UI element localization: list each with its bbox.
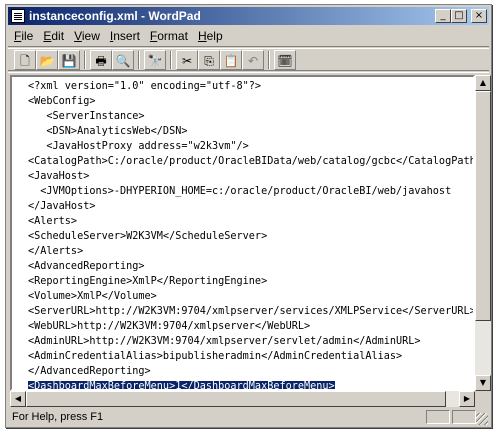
text-line: <JavaHostProxy address="w2k3vm"/> [28, 141, 249, 152]
document-area[interactable]: <?xml version="1.0" encoding="utf-8"?> <W… [10, 75, 475, 391]
toolbar-separator [138, 51, 140, 69]
horizontal-scroll-thumb[interactable] [26, 391, 446, 407]
close-button[interactable]: × [471, 9, 487, 23]
text-line: <WebConfig> [28, 96, 96, 107]
scroll-up-icon[interactable]: ▲ [475, 75, 491, 91]
title-bar[interactable]: instanceconfig.xml - WordPad _ □ × [8, 7, 489, 25]
toolbar-separator [170, 51, 172, 69]
toolbar-separator [84, 51, 86, 69]
menu-format[interactable]: Format [144, 27, 192, 43]
vertical-scrollbar[interactable]: ▲ ▼ [475, 75, 491, 391]
new-icon[interactable]: 🗋 [14, 50, 36, 70]
text-line: <AdvancedReporting> [28, 261, 145, 272]
undo-icon[interactable]: ↶ [242, 50, 264, 70]
wordpad-window: instanceconfig.xml - WordPad _ □ × File E… [5, 4, 492, 428]
document-text: <?xml version="1.0" encoding="utf-8"?> <W… [28, 79, 475, 391]
open-icon[interactable]: 📂 [36, 50, 58, 70]
cut-icon[interactable]: ✂ [176, 50, 198, 70]
menu-edit[interactable]: Edit [37, 27, 68, 43]
text-line: </AdvancedReporting> [28, 366, 151, 377]
toolbar: 🗋 📂 💾 🖶 🔍 🔭 ✂ ⎘ 📋 ↶ 🗓 [8, 46, 489, 73]
selected-text-line: <DashboardMaxBeforeMenu>1</DashboardMaxB… [28, 381, 335, 391]
resize-grip-icon[interactable] [476, 413, 488, 425]
menu-file[interactable]: File [8, 27, 37, 43]
text-line: <CatalogPath>C:/oracle/product/OracleBID… [28, 156, 475, 167]
wordpad-app-icon[interactable] [11, 9, 25, 23]
status-panel [426, 410, 450, 424]
menu-insert[interactable]: Insert [104, 27, 144, 43]
text-line: <Alerts> [28, 216, 78, 227]
text-line: </Alerts> [28, 246, 84, 257]
window-title: instanceconfig.xml - WordPad [29, 9, 201, 23]
status-bar: For Help, press F1 [8, 409, 489, 426]
text-line: <WebURL>http://W2K3VM:9704/xmlpserver</W… [28, 321, 311, 332]
save-icon[interactable]: 💾 [58, 50, 80, 70]
print-icon[interactable]: 🖶 [90, 50, 112, 70]
menu-view[interactable]: View [68, 27, 104, 43]
toolbar-separator [268, 51, 270, 69]
vertical-scroll-thumb[interactable] [475, 91, 491, 321]
scroll-down-icon[interactable]: ▼ [475, 375, 491, 391]
paste-icon[interactable]: 📋 [220, 50, 242, 70]
text-line: </JavaHost> [28, 201, 96, 212]
status-text: For Help, press F1 [12, 411, 104, 423]
text-line: <?xml version="1.0" encoding="utf-8"?> [28, 81, 262, 92]
menu-bar: File Edit View Insert Format Help [8, 27, 489, 45]
minimize-button[interactable]: _ [435, 9, 451, 23]
status-panel [452, 410, 476, 424]
text-line: <JVMOptions>-DHYPERION_HOME=c:/oracle/pr… [28, 186, 452, 197]
text-line: <ScheduleServer>W2K3VM</ScheduleServer> [28, 231, 268, 242]
date-time-icon[interactable]: 🗓 [274, 50, 296, 70]
text-line: <ServerInstance> [28, 111, 145, 122]
text-line: <ReportingEngine>XmlP</ReportingEngine> [28, 276, 268, 287]
text-line: <DSN>AnalyticsWeb</DSN> [28, 126, 188, 137]
scroll-right-icon[interactable]: ▶ [459, 391, 475, 407]
text-line: <Volume>XmlP</Volume> [28, 291, 157, 302]
scroll-left-icon[interactable]: ◀ [10, 391, 26, 407]
print-preview-icon[interactable]: 🔍 [112, 50, 134, 70]
scroll-corner [475, 391, 491, 407]
text-line: <AdminURL>http://W2K3VM:9704/xmlpserver/… [28, 336, 421, 347]
text-line: <JavaHost> [28, 171, 90, 182]
horizontal-scrollbar[interactable]: ◀ ▶ [10, 391, 475, 407]
text-line: <AdminCredentialAlias>bipublisheradmin</… [28, 351, 403, 362]
menu-help[interactable]: Help [192, 27, 227, 43]
find-icon[interactable]: 🔭 [144, 50, 166, 70]
maximize-button[interactable]: □ [451, 9, 467, 23]
text-line: <ServerURL>http://W2K3VM:9704/xmlpserver… [28, 306, 475, 317]
copy-icon[interactable]: ⎘ [198, 50, 220, 70]
